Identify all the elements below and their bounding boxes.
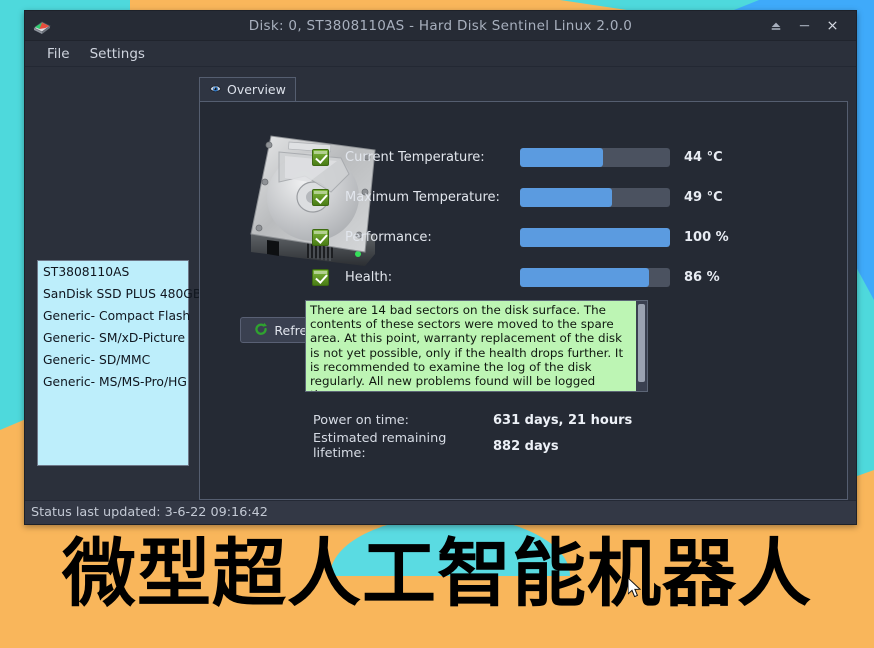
tab-strip: Overview [199, 75, 848, 101]
metric-progress-bar [520, 147, 670, 167]
status-bar: Status last updated: 3-6-22 09:16:42 [25, 500, 856, 524]
window-body: ST3808110AS SanDisk SSD PLUS 480GB Gener… [25, 67, 856, 500]
metric-label: Health: [345, 269, 393, 285]
info-value: 631 days, 21 hours [493, 412, 633, 428]
metric-value: 100 % [684, 229, 729, 245]
list-item[interactable]: Generic- SM/xD-Picture [38, 327, 188, 349]
metric-progress-bar [520, 187, 670, 207]
metric-value: 49 °C [684, 189, 723, 205]
metric-label: Maximum Temperature: [345, 189, 500, 205]
metric-value: 86 % [684, 269, 720, 285]
check-ok-icon [312, 188, 329, 206]
metric-progress-bar [520, 227, 670, 247]
desktop-caption: 微型超人工智能机器人 [62, 531, 812, 617]
metric-row-health: Health: 86 % [312, 257, 874, 297]
list-item[interactable]: SanDisk SSD PLUS 480GB [38, 283, 201, 305]
info-row-remaining-lifetime: Estimated remaining lifetime: 882 days [313, 431, 743, 461]
metric-value: 44 °C [684, 149, 723, 165]
tab-overview-label: Overview [227, 82, 286, 97]
list-item[interactable]: Generic- MS/MS-Pro/HG [38, 371, 188, 393]
desktop: 微型超人工智能机器人 Disk: 0, ST3808110AS - Hard D… [0, 0, 874, 648]
menu-item-settings[interactable]: Settings [80, 44, 155, 64]
metric-progress-fill [520, 187, 612, 207]
minimize-button[interactable] [790, 11, 818, 41]
refresh-icon [254, 322, 268, 339]
metric-label: Performance: [345, 229, 432, 245]
message-scrollbar-thumb[interactable] [638, 304, 645, 382]
title-bar[interactable]: Disk: 0, ST3808110AS - Hard Disk Sentine… [25, 11, 856, 41]
hard-disk-icon [33, 17, 51, 35]
tab-overview[interactable]: Overview [199, 77, 296, 101]
application-window: Disk: 0, ST3808110AS - Hard Disk Sentine… [24, 10, 857, 525]
overview-panel: Current Temperature: 44 °C Maximum Tempe… [199, 101, 848, 500]
close-button[interactable] [818, 11, 846, 41]
status-bar-text: Status last updated: 3-6-22 09:16:42 [31, 505, 268, 520]
metric-label: Current Temperature: [345, 149, 485, 165]
info-label: Power on time: [313, 412, 409, 428]
message-scrollbar[interactable] [636, 301, 647, 391]
status-message-text: There are 14 bad sectors on the disk sur… [310, 303, 624, 391]
info-rows: Power on time: 631 days, 21 hours Estima… [313, 407, 743, 462]
list-item[interactable]: ST3808110AS [38, 261, 188, 283]
metric-progress-fill [520, 227, 670, 247]
metric-row-maximum-temperature: Maximum Temperature: 49 °C [312, 177, 874, 217]
check-ok-icon [312, 148, 329, 166]
info-label: Estimated remaining lifetime: [313, 431, 447, 461]
menu-bar: File Settings [25, 41, 856, 67]
eject-button[interactable] [762, 11, 790, 41]
info-value: 882 days [493, 438, 559, 454]
metric-progress-fill [520, 267, 649, 287]
eye-icon [209, 82, 222, 98]
left-pane: ST3808110AS SanDisk SSD PLUS 480GB Gener… [33, 75, 201, 500]
menu-item-file[interactable]: File [37, 44, 80, 64]
status-message-box[interactable]: There are 14 bad sectors on the disk sur… [305, 300, 648, 392]
metric-progress-fill [520, 147, 603, 167]
info-row-power-on-time: Power on time: 631 days, 21 hours [313, 407, 743, 433]
metric-progress-bar [520, 267, 670, 287]
check-ok-icon [312, 228, 329, 246]
window-title: Disk: 0, ST3808110AS - Hard Disk Sentine… [248, 17, 633, 34]
disk-list[interactable]: ST3808110AS SanDisk SSD PLUS 480GB Gener… [37, 260, 201, 466]
list-item[interactable]: Generic- Compact Flash [38, 305, 190, 327]
metric-row-current-temperature: Current Temperature: 44 °C [312, 137, 874, 177]
right-pane: Overview Current Temperature: 44 °C Maxi… [193, 75, 848, 500]
mouse-cursor [627, 576, 642, 600]
metric-row-performance: Performance: 100 % [312, 217, 874, 257]
metrics-list: Current Temperature: 44 °C Maximum Tempe… [312, 137, 874, 297]
list-item[interactable]: Generic- SD/MMC [38, 349, 188, 371]
check-ok-icon [312, 268, 329, 286]
